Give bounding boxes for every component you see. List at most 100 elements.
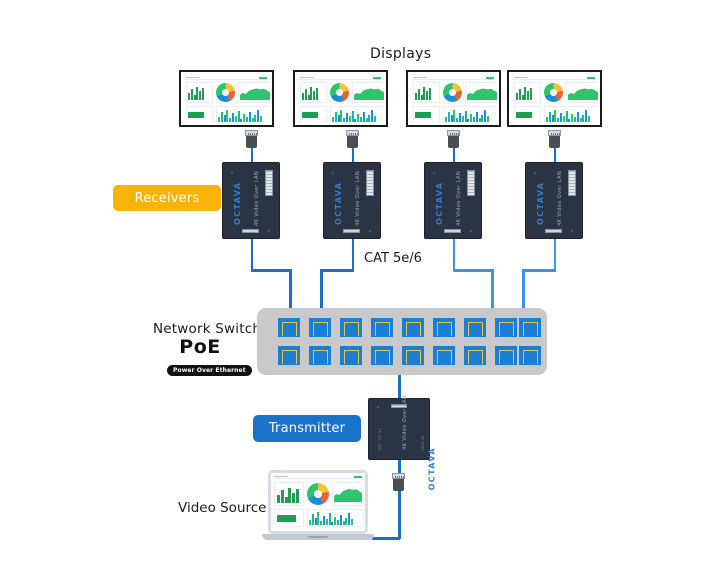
switch-port-1[interactable] bbox=[278, 318, 300, 337]
hdmi-plug-body bbox=[246, 136, 257, 148]
switch-port-15[interactable] bbox=[433, 346, 455, 365]
receivers-badge: Receivers bbox=[113, 185, 221, 211]
switch-port-3[interactable] bbox=[340, 318, 362, 337]
cable-receiver-4-seg-v2 bbox=[522, 269, 525, 313]
transmitter-badge: Transmitter bbox=[253, 415, 361, 442]
multi-bar-chart-icon bbox=[332, 109, 376, 122]
cable-plug-to-laptop-v bbox=[398, 487, 401, 539]
cable-receiver-2-seg-v2 bbox=[320, 269, 323, 313]
receiver-1: OCTAVA 4K Video Over LAN bbox=[222, 162, 280, 239]
brand-logo: OCTAVA bbox=[233, 181, 242, 225]
display-3 bbox=[406, 70, 501, 127]
horizontal-bar-icon bbox=[516, 112, 532, 118]
cable-display-3-to-receiver bbox=[452, 148, 455, 162]
hdmi-connector-icon bbox=[245, 130, 258, 136]
switch-port-7[interactable] bbox=[464, 318, 486, 337]
switch-port-9[interactable] bbox=[519, 318, 541, 337]
video-source-label: Video Source bbox=[178, 500, 267, 516]
vent-grille bbox=[366, 170, 374, 196]
cable-receiver-2-seg-v1 bbox=[351, 239, 354, 271]
dashboard-toolbar-icon bbox=[185, 75, 268, 80]
hdmi-connector-icon bbox=[447, 130, 460, 136]
bar-chart-icon bbox=[188, 86, 204, 100]
display-2 bbox=[293, 70, 388, 127]
horizontal-bar-icon bbox=[188, 112, 204, 118]
switch-port-11[interactable] bbox=[309, 346, 331, 365]
switch-port-2[interactable] bbox=[309, 318, 331, 337]
transmitter-power-label: POE / DC 5V bbox=[378, 428, 382, 451]
cable-plug-to-laptop-h bbox=[372, 537, 400, 540]
hdmi-plug-video-source bbox=[392, 473, 405, 491]
hdmi-plug-display-1 bbox=[245, 130, 258, 148]
hdmi-plug-display-2 bbox=[346, 130, 359, 148]
cable-receiver-3-seg-h bbox=[452, 269, 494, 272]
donut-chart-icon bbox=[216, 83, 235, 102]
switch-port-13[interactable] bbox=[371, 346, 393, 365]
switch-port-16[interactable] bbox=[464, 346, 486, 365]
receiver-3: OCTAVA 4K Video Over LAN bbox=[424, 162, 482, 239]
brand-logo: OCTAVA bbox=[334, 181, 343, 225]
switch-port-5[interactable] bbox=[402, 318, 424, 337]
switch-port-4[interactable] bbox=[371, 318, 393, 337]
status-led bbox=[433, 172, 435, 174]
status-led bbox=[470, 230, 472, 232]
cable-display-4-to-receiver bbox=[553, 148, 556, 162]
receiver-model-label: 4K Video Over LAN bbox=[456, 170, 462, 226]
brand-logo: OCTAVA bbox=[536, 181, 545, 225]
cable-type-label: CAT 5e/6 bbox=[364, 251, 422, 266]
network-switch bbox=[257, 308, 547, 375]
rj45-port bbox=[242, 229, 259, 233]
poe-expansion: Power Over Ethernet bbox=[167, 365, 252, 376]
dashboard-toolbar-icon bbox=[513, 75, 596, 80]
donut-chart-icon bbox=[544, 83, 563, 102]
cable-receiver-1-seg-v1 bbox=[250, 239, 253, 271]
dashboard-toolbar-icon bbox=[299, 75, 382, 80]
switch-port-8[interactable] bbox=[495, 318, 517, 337]
status-led bbox=[534, 172, 536, 174]
bar-chart-icon bbox=[516, 86, 532, 100]
switch-port-14[interactable] bbox=[402, 346, 424, 365]
video-source-laptop bbox=[262, 470, 374, 548]
switch-port-18[interactable] bbox=[519, 346, 541, 365]
hdmi-plug-body bbox=[549, 136, 560, 148]
status-led bbox=[369, 230, 371, 232]
cable-receiver-1-seg-h bbox=[250, 269, 292, 272]
transmitter-model-label: 4K Video Over LAN bbox=[402, 394, 408, 450]
multi-bar-chart-icon bbox=[445, 109, 489, 122]
multi-bar-chart-icon bbox=[218, 109, 262, 122]
receiver-model-label: 4K Video Over LAN bbox=[557, 170, 563, 226]
bar-chart-icon bbox=[277, 487, 299, 503]
dashboard-toolbar-icon bbox=[412, 75, 495, 80]
switch-port-10[interactable] bbox=[278, 346, 300, 365]
cable-receiver-3-seg-v2 bbox=[491, 269, 494, 313]
donut-chart-icon bbox=[330, 83, 349, 102]
status-led bbox=[231, 172, 233, 174]
bar-chart-icon bbox=[415, 86, 431, 100]
poe-badge: PoE Power Over Ethernet bbox=[167, 336, 252, 376]
transmitter: OCTAVA 4K Video Over LAN POE / DC 5V HDM… bbox=[368, 394, 436, 490]
hdmi-plug-body bbox=[448, 136, 459, 148]
hdmi-plug-body bbox=[393, 479, 404, 491]
cable-receiver-3-seg-v1 bbox=[452, 239, 455, 271]
rj45-port bbox=[444, 229, 461, 233]
rj45-port bbox=[343, 229, 360, 233]
status-led bbox=[377, 406, 379, 408]
horizontal-bar-icon bbox=[302, 112, 318, 118]
switch-port-17[interactable] bbox=[495, 346, 517, 365]
switch-port-12[interactable] bbox=[340, 346, 362, 365]
donut-chart-icon bbox=[443, 83, 462, 102]
receiver-2: OCTAVA 4K Video Over LAN bbox=[323, 162, 381, 239]
hdmi-plug-display-4 bbox=[548, 130, 561, 148]
status-led bbox=[571, 230, 573, 232]
display-1-screen bbox=[183, 74, 270, 123]
laptop-trackpad-notch bbox=[308, 535, 328, 538]
brand-logo: OCTAVA bbox=[435, 181, 444, 225]
multi-bar-chart-icon bbox=[546, 109, 590, 122]
transmitter-hdmi-label: HDMI IN bbox=[421, 435, 425, 451]
cable-receiver-1-seg-v2 bbox=[289, 269, 292, 313]
status-led bbox=[332, 172, 334, 174]
poe-abbrev: PoE bbox=[179, 336, 221, 358]
switch-port-6[interactable] bbox=[433, 318, 455, 337]
display-1 bbox=[179, 70, 274, 127]
receiver-model-label: 4K Video Over LAN bbox=[355, 170, 361, 226]
